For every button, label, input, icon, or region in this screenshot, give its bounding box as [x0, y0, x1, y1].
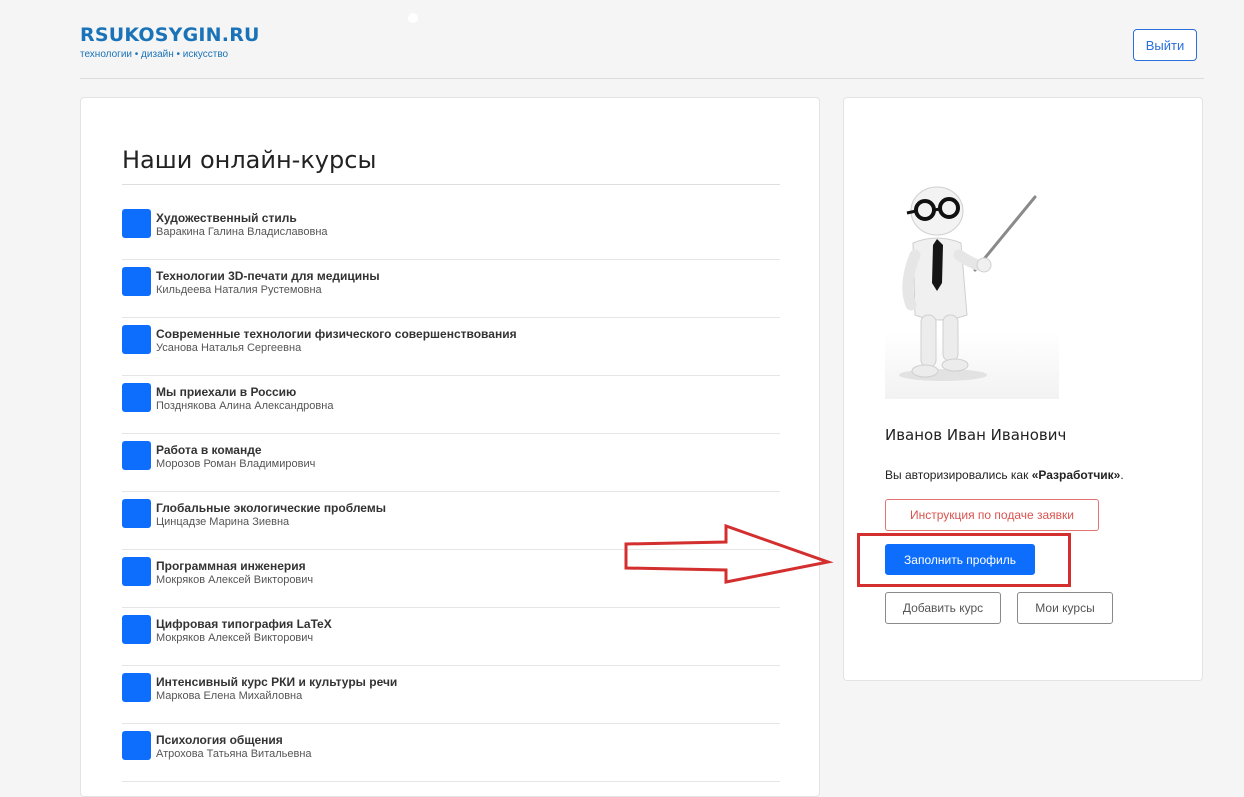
course-icon	[122, 499, 151, 528]
course-author: Атрохова Татьяна Витальевна	[156, 748, 312, 760]
add-course-button[interactable]: Добавить курс	[885, 592, 1001, 624]
logo-title: RSUKOSYGIN.RU	[80, 24, 260, 46]
teacher-figure-icon	[899, 186, 1037, 381]
decorative-dot	[408, 13, 418, 23]
courses-card: Наши онлайн-курсы Художественный стиль В…	[80, 97, 820, 797]
course-author: Маркова Елена Михайловна	[156, 690, 303, 702]
logo-subtitle: технологии • дизайн • искусство	[80, 49, 229, 60]
course-icon	[122, 267, 151, 296]
site-logo[interactable]: RSUKOSYGIN.RU технологии • дизайн • иску…	[80, 24, 260, 60]
course-author: Мокряков Алексей Викторович	[156, 632, 314, 644]
course-author: Мокряков Алексей Викторович	[156, 574, 314, 586]
course-name[interactable]: Художественный стиль	[156, 211, 297, 225]
course-author: Кильдеева Наталия Рустемовна	[156, 284, 322, 296]
course-name[interactable]: Технологии 3D-печати для медицины	[156, 269, 380, 283]
course-name[interactable]: Работа в команде	[156, 443, 262, 457]
course-author: Усанова Наталья Сергеевна	[156, 342, 302, 354]
header-divider	[80, 78, 1204, 79]
auth-prefix: Вы авторизировались как	[885, 468, 1032, 482]
course-item[interactable]: Цифровая типография LaTeX Мокряков Алекс…	[122, 608, 780, 666]
annotation-arrow-icon	[624, 523, 834, 584]
course-item[interactable]: Работа в команде Морозов Роман Владимиро…	[122, 434, 780, 492]
course-icon	[122, 731, 151, 760]
course-name[interactable]: Цифровая типография LaTeX	[156, 617, 332, 631]
instruction-button[interactable]: Инструкция по подаче заявки	[885, 499, 1099, 531]
course-item[interactable]: Технологии 3D-печати для медицины Кильде…	[122, 260, 780, 318]
auth-suffix: .	[1120, 468, 1124, 482]
course-icon	[122, 325, 151, 354]
course-name[interactable]: Интенсивный курс РКИ и культуры речи	[156, 675, 397, 689]
profile-card: Иванов Иван Иванович Вы авторизировались…	[843, 97, 1203, 681]
course-item[interactable]: Современные технологии физического совер…	[122, 318, 780, 376]
auth-role: «Разработчик»	[1031, 468, 1121, 482]
course-name[interactable]: Мы приехали в Россию	[156, 385, 296, 399]
course-author: Варакина Галина Владиславовна	[156, 226, 328, 238]
course-item[interactable]: Психология общения Атрохова Татьяна Вита…	[122, 724, 780, 782]
course-author: Морозов Роман Владимирович	[156, 458, 316, 470]
course-icon	[122, 383, 151, 412]
courses-title: Наши онлайн-курсы	[122, 146, 377, 174]
course-icon	[122, 209, 151, 238]
course-icon	[122, 673, 151, 702]
course-item[interactable]: Художественный стиль Варакина Галина Вла…	[122, 202, 780, 260]
course-item[interactable]: Интенсивный курс РКИ и культуры речи Мар…	[122, 666, 780, 724]
courses-title-divider	[122, 184, 780, 185]
my-courses-button[interactable]: Мои курсы	[1017, 592, 1113, 624]
auth-status: Вы авторизировались как «Разработчик».	[885, 468, 1124, 482]
course-icon	[122, 615, 151, 644]
logout-button[interactable]: Выйти	[1133, 29, 1197, 61]
course-icon	[122, 557, 151, 586]
course-list: Художественный стиль Варакина Галина Вла…	[122, 202, 780, 782]
course-name[interactable]: Психология общения	[156, 733, 283, 747]
avatar	[885, 175, 1059, 399]
course-name[interactable]: Современные технологии физического совер…	[156, 327, 517, 341]
course-name[interactable]: Глобальные экологические проблемы	[156, 501, 386, 515]
course-item[interactable]: Мы приехали в Россию Позднякова Алина Ал…	[122, 376, 780, 434]
profile-name: Иванов Иван Иванович	[885, 426, 1067, 444]
course-author: Цинцадзе Марина Зиевна	[156, 516, 290, 528]
course-icon	[122, 441, 151, 470]
course-author: Позднякова Алина Александровна	[156, 400, 334, 412]
annotation-highlight-box	[857, 533, 1071, 587]
course-name[interactable]: Программная инженерия	[156, 559, 306, 573]
